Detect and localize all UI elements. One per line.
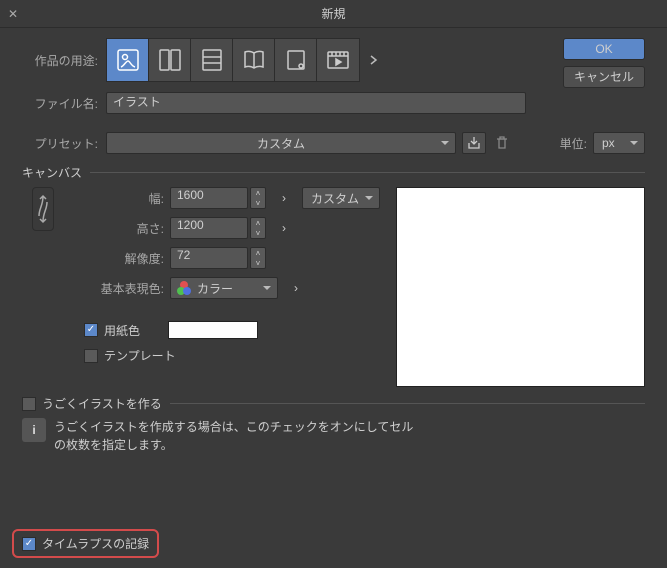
animation-help-text: うごくイラストを作成する場合は、このチェックをオンにしてセルの枚数を指定します。 [54, 418, 414, 454]
swap-orientation-button[interactable] [32, 187, 54, 231]
timelapse-highlight: タイムラプスの記録 [12, 529, 159, 558]
template-label: テンプレート [104, 347, 176, 364]
resolution-spinner[interactable]: ˄˅ [250, 247, 266, 269]
cancel-button[interactable]: キャンセル [563, 66, 645, 88]
height-spinner[interactable]: ˄˅ [250, 217, 266, 239]
dialog-button-column: OK キャンセル [563, 38, 645, 88]
preset-label: プリセット: [22, 135, 98, 152]
animation-checkbox[interactable] [22, 397, 36, 411]
canvas-section-header: キャンバス [22, 164, 645, 181]
use-row: 作品の用途: [22, 38, 645, 82]
height-input[interactable]: 1200 [170, 217, 248, 239]
filename-label: ファイル名: [22, 95, 98, 112]
papercolor-swatch[interactable] [168, 321, 258, 339]
template-checkbox[interactable] [84, 349, 98, 363]
use-icon-book[interactable] [233, 39, 275, 81]
unit-select[interactable]: px [593, 132, 645, 154]
timelapse-label: タイムラプスの記録 [42, 535, 149, 552]
use-icons [106, 38, 360, 82]
size-preset-select[interactable]: カスタム [302, 187, 380, 209]
preset-save-button[interactable] [462, 132, 486, 154]
width-row: 幅: 1600 ˄˅ › カスタム [84, 187, 380, 209]
unit-label: 単位: [560, 135, 587, 152]
papercolor-label: 用紙色 [104, 322, 140, 339]
use-label: 作品の用途: [22, 52, 98, 69]
info-icon: i [22, 418, 46, 442]
use-icon-illustration[interactable] [107, 39, 149, 81]
use-icon-webtoon[interactable] [191, 39, 233, 81]
papercolor-checkbox[interactable] [84, 323, 98, 337]
resolution-input[interactable]: 72 [170, 247, 248, 269]
rgb-icon [177, 281, 191, 295]
preset-select[interactable]: カスタム [106, 132, 456, 154]
resolution-row: 解像度: 72 ˄˅ [84, 247, 380, 269]
use-icon-comic[interactable] [149, 39, 191, 81]
width-spinner[interactable]: ˄˅ [250, 187, 266, 209]
width-expand-icon[interactable]: › [274, 188, 294, 208]
canvas-form: 幅: 1600 ˄˅ › カスタム 高さ: 1200 ˄˅ › 解像度: 72 … [84, 187, 380, 387]
template-row: テンプレート [84, 347, 380, 364]
ok-button[interactable]: OK [563, 38, 645, 60]
width-label: 幅: [84, 190, 164, 207]
preset-row: プリセット: カスタム 単位: px [22, 132, 645, 154]
height-expand-icon[interactable]: › [274, 218, 294, 238]
canvas-area: 幅: 1600 ˄˅ › カスタム 高さ: 1200 ˄˅ › 解像度: 72 … [22, 187, 645, 387]
filename-row: ファイル名: イラスト [22, 92, 645, 114]
preset-delete-button[interactable] [490, 132, 514, 154]
colormode-select[interactable]: カラー [170, 277, 278, 299]
animation-section-header: うごくイラストを作る [22, 395, 645, 412]
use-icon-print[interactable] [275, 39, 317, 81]
width-input[interactable]: 1600 [170, 187, 248, 209]
close-icon[interactable]: ✕ [8, 0, 18, 28]
colormode-row: 基本表現色: カラー › [84, 277, 380, 299]
title-bar: ✕ 新規 [0, 0, 667, 28]
use-more-icon[interactable] [364, 50, 384, 70]
dialog-footer: タイムラプスの記録 [0, 519, 171, 568]
timelapse-checkbox[interactable] [22, 537, 36, 551]
colormode-label: 基本表現色: [84, 280, 164, 297]
use-icon-animation[interactable] [317, 39, 359, 81]
dialog-title: 新規 [321, 7, 345, 21]
height-label: 高さ: [84, 220, 164, 237]
animation-info: i うごくイラストを作成する場合は、このチェックをオンにしてセルの枚数を指定しま… [22, 418, 645, 454]
filename-input[interactable]: イラスト [106, 92, 526, 114]
canvas-preview [396, 187, 645, 387]
papercolor-row: 用紙色 [84, 321, 380, 339]
resolution-label: 解像度: [84, 250, 164, 267]
dialog-body: OK キャンセル 作品の用途: [0, 28, 667, 533]
colormode-expand-icon[interactable]: › [286, 278, 306, 298]
height-row: 高さ: 1200 ˄˅ › [84, 217, 380, 239]
